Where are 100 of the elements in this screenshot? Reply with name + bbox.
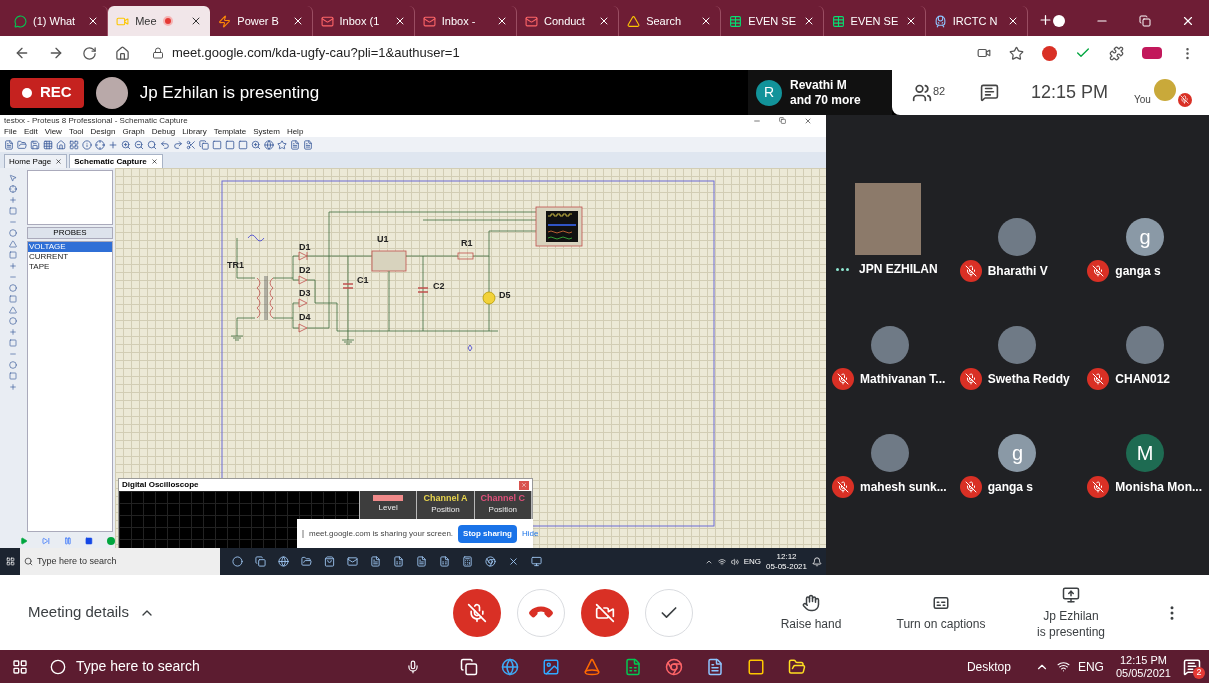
- close-icon[interactable]: [1181, 14, 1195, 28]
- microphone-button[interactable]: [453, 588, 501, 637]
- action-button[interactable]: Turn on captions: [881, 593, 1001, 632]
- tool-icon[interactable]: [17, 139, 27, 150]
- tool-icon[interactable]: [290, 139, 300, 150]
- tool-icon[interactable]: [160, 139, 170, 150]
- tool-icon[interactable]: [303, 139, 313, 150]
- tool-icon[interactable]: [277, 139, 287, 150]
- menu-item[interactable]: Help: [286, 125, 304, 138]
- taskbar-app-icon[interactable]: [301, 556, 312, 567]
- hide-link[interactable]: Hide: [521, 527, 539, 540]
- folder-icon[interactable]: [788, 657, 806, 676]
- star-icon[interactable]: [1009, 45, 1024, 61]
- task-view-icon[interactable]: [460, 657, 478, 676]
- notification-icon[interactable]: [812, 556, 822, 567]
- check-button[interactable]: [645, 588, 693, 637]
- document-tab[interactable]: Schematic Capture: [69, 154, 163, 168]
- cone-icon[interactable]: [583, 657, 601, 676]
- taskbar-app-icon[interactable]: [370, 556, 381, 567]
- action-button[interactable]: Raise hand: [751, 593, 871, 632]
- menu-item[interactable]: Edit: [23, 125, 38, 138]
- pause-icon[interactable]: [63, 537, 72, 545]
- profile-icon[interactable]: [1053, 15, 1065, 27]
- chat-icon[interactable]: [980, 83, 999, 102]
- network-icon[interactable]: [717, 557, 726, 566]
- taskbar-app-icon[interactable]: [393, 556, 404, 567]
- extensions-icon[interactable]: [1109, 45, 1124, 61]
- language-indicator[interactable]: ENG: [743, 555, 762, 568]
- taskbar-app-icon[interactable]: [439, 556, 450, 567]
- play-icon[interactable]: [20, 537, 28, 545]
- camera-button[interactable]: [581, 588, 629, 637]
- list-item[interactable]: TAPE: [28, 262, 112, 272]
- desktop-toolbar[interactable]: Desktop: [966, 657, 1011, 676]
- spreadsheet-icon[interactable]: [624, 657, 642, 676]
- tool-icon[interactable]: [108, 139, 118, 150]
- speaker-icon[interactable]: [730, 557, 739, 566]
- note-icon[interactable]: [747, 657, 765, 676]
- taskbar-app-icon[interactable]: [278, 556, 289, 567]
- language-indicator[interactable]: ENG: [1077, 657, 1104, 676]
- taskbar-app-icon[interactable]: [508, 556, 519, 567]
- tool-icon[interactable]: [225, 139, 235, 150]
- document-icon[interactable]: [706, 657, 724, 676]
- network-icon[interactable]: [1056, 660, 1070, 673]
- tool-icon[interactable]: [95, 139, 105, 150]
- address-field[interactable]: meet.google.com/kda-ugfy-cau?pli=1&authuser=1: [148, 40, 959, 66]
- tool-icon[interactable]: [56, 139, 66, 150]
- start-icon[interactable]: [5, 557, 15, 566]
- taskbar-app-icon[interactable]: [462, 556, 473, 567]
- tool-icon[interactable]: [43, 139, 53, 150]
- forward-icon[interactable]: [48, 45, 64, 61]
- close-icon[interactable]: [55, 158, 63, 165]
- home-icon[interactable]: [115, 45, 130, 61]
- tool-icon[interactable]: [8, 174, 17, 182]
- menu-item[interactable]: Design: [90, 125, 116, 138]
- tool-icon[interactable]: [147, 139, 157, 150]
- mic-icon[interactable]: [406, 659, 420, 674]
- menu-item[interactable]: Tool: [68, 125, 84, 138]
- camera-icon[interactable]: [977, 46, 991, 60]
- tool-icon[interactable]: [30, 139, 40, 150]
- menu-item[interactable]: Template: [213, 125, 247, 138]
- taskbar-app-icon[interactable]: [232, 556, 243, 567]
- tool-icon[interactable]: [134, 139, 144, 150]
- hang-up-button[interactable]: [517, 588, 565, 637]
- taskbar-app-icon[interactable]: [255, 556, 266, 567]
- browser-icon[interactable]: [665, 657, 683, 676]
- reload-icon[interactable]: [82, 45, 97, 61]
- action-button[interactable]: Jp Ezhilan is presenting: [1011, 585, 1131, 640]
- taskbar-app-icon[interactable]: [531, 556, 542, 567]
- menu-item[interactable]: File: [4, 125, 17, 138]
- close-icon[interactable]: [150, 158, 158, 165]
- meeting-details-button[interactable]: Meeting details: [28, 601, 428, 624]
- tool-icon[interactable]: [251, 139, 261, 150]
- extension-icon[interactable]: [1142, 47, 1162, 59]
- tool-icon[interactable]: [173, 139, 183, 150]
- tool-icon[interactable]: [82, 139, 92, 150]
- people-icon[interactable]: [912, 82, 932, 103]
- menu-item[interactable]: Graph: [122, 125, 145, 138]
- search-field[interactable]: Type here to search: [40, 650, 430, 683]
- menu-item[interactable]: View: [44, 125, 62, 138]
- photo-editor-icon[interactable]: [542, 657, 560, 676]
- taskbar-app-icon[interactable]: [416, 556, 427, 567]
- taskbar-app-icon[interactable]: [485, 556, 496, 567]
- tool-icon[interactable]: [212, 139, 222, 150]
- stop-icon[interactable]: [85, 537, 94, 545]
- menu-item[interactable]: System: [253, 125, 280, 138]
- search-field[interactable]: Type here to search: [20, 548, 220, 575]
- list-item[interactable]: VOLTAGE: [28, 242, 112, 252]
- start-icon[interactable]: [12, 658, 28, 675]
- document-tab[interactable]: Home Page: [4, 154, 68, 168]
- menu-item[interactable]: Debug: [151, 125, 176, 138]
- tool-icon[interactable]: [186, 139, 196, 150]
- menu-item[interactable]: Library: [182, 125, 207, 138]
- tool-icon[interactable]: [121, 139, 131, 150]
- back-icon[interactable]: [14, 45, 30, 61]
- taskbar-app-icon[interactable]: [347, 556, 358, 567]
- tool-icon[interactable]: [4, 139, 14, 150]
- restore-icon[interactable]: [779, 116, 786, 124]
- restore-icon[interactable]: [1139, 15, 1151, 27]
- tool-icon[interactable]: [264, 139, 274, 150]
- tool-icon[interactable]: [8, 185, 17, 193]
